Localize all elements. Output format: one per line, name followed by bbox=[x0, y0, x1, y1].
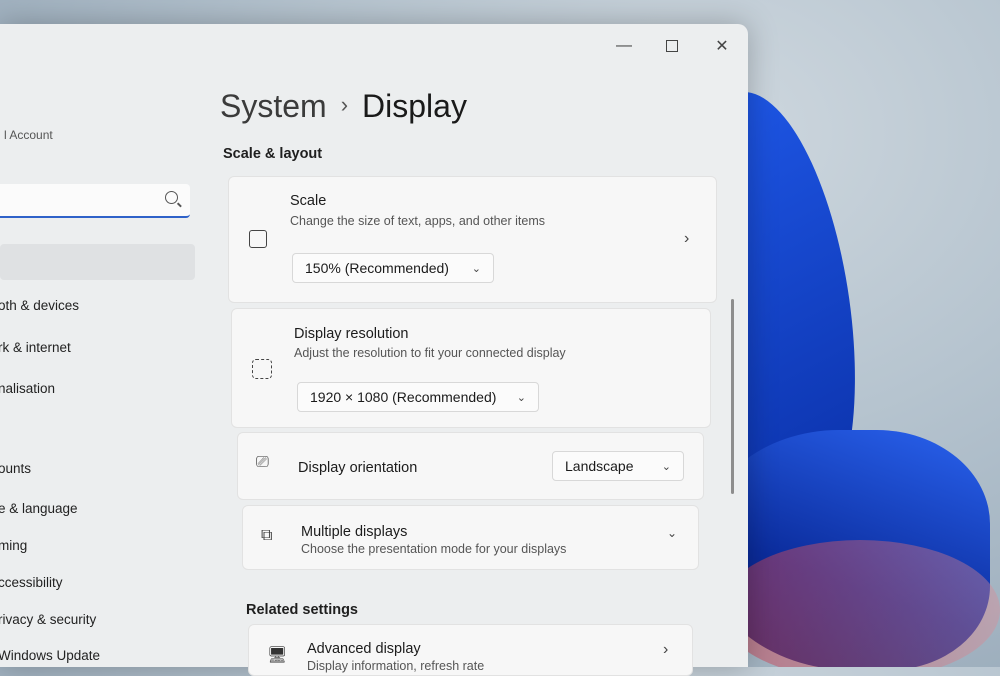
sidebar-item-accounts[interactable]: ounts bbox=[0, 461, 31, 476]
scale-dropdown-value: 150% (Recommended) bbox=[305, 260, 449, 276]
display-resolution-dropdown-value: 1920 × 1080 (Recommended) bbox=[310, 389, 497, 405]
sidebar-item-time-language[interactable]: e & language bbox=[0, 501, 78, 516]
sidebar-item-privacy-security[interactable]: rivacy & security bbox=[0, 612, 96, 627]
multiple-displays-subtitle: Choose the presentation mode for your di… bbox=[301, 542, 567, 556]
sidebar-item-accessibility[interactable]: ccessibility bbox=[0, 575, 63, 590]
display-orientation-card: ⎚ Display orientation Landscape ⌄ bbox=[237, 432, 704, 500]
display-resolution-title: Display resolution bbox=[294, 326, 409, 342]
sidebar-item-network-internet[interactable]: rk & internet bbox=[0, 340, 71, 355]
display-resolution-dropdown[interactable]: 1920 × 1080 (Recommended) ⌄ bbox=[297, 382, 539, 412]
display-orientation-dropdown-value: Landscape bbox=[565, 458, 634, 474]
breadcrumb-parent[interactable]: System bbox=[220, 88, 327, 124]
scale-title: Scale bbox=[290, 193, 327, 209]
display-orientation-dropdown[interactable]: Landscape ⌄ bbox=[552, 451, 684, 481]
monitor-icon: 🖥 bbox=[267, 647, 288, 664]
chevron-down-icon: ⌄ bbox=[516, 391, 526, 404]
orientation-icon: ⎚ bbox=[256, 454, 269, 471]
sidebar-item-gaming[interactable]: ming bbox=[0, 538, 27, 553]
sidebar-item-system-selected[interactable] bbox=[0, 244, 195, 280]
settings-window: — ✕ l Account oth & devices rk & interne… bbox=[0, 24, 748, 676]
advanced-display-subtitle: Display information, refresh rate bbox=[307, 659, 485, 673]
chevron-right-icon[interactable]: › bbox=[684, 230, 689, 248]
multiple-displays-icon: ⧉ bbox=[261, 527, 273, 544]
sidebar: l Account oth & devices rk & internet na… bbox=[0, 24, 200, 667]
sidebar-item-windows-update[interactable]: Windows Update bbox=[0, 648, 100, 663]
search-input[interactable] bbox=[0, 184, 190, 218]
multiple-displays-card[interactable]: ⧉ Multiple displays Choose the presentat… bbox=[242, 505, 699, 570]
scale-icon bbox=[249, 230, 267, 248]
display-resolution-subtitle: Adjust the resolution to fit your connec… bbox=[294, 346, 566, 360]
sidebar-item-personalisation[interactable]: nalisation bbox=[0, 381, 55, 396]
main-content: System › Display Scale & layout Scale Chan… bbox=[200, 24, 748, 676]
multiple-displays-title: Multiple displays bbox=[301, 524, 408, 540]
scale-dropdown[interactable]: 150% (Recommended) ⌄ bbox=[292, 253, 494, 283]
display-orientation-title: Display orientation bbox=[298, 460, 418, 476]
scale-card[interactable]: Scale Change the size of text, apps, and… bbox=[228, 176, 717, 303]
sidebar-item-bluetooth-devices[interactable]: oth & devices bbox=[0, 298, 79, 313]
scrollbar[interactable] bbox=[731, 299, 734, 494]
display-resolution-card: Display resolution Adjust the resolution… bbox=[231, 308, 711, 428]
chevron-down-icon: ⌄ bbox=[471, 262, 481, 275]
breadcrumb-separator: › bbox=[340, 92, 349, 117]
chevron-down-icon[interactable]: ⌄ bbox=[667, 526, 677, 540]
wallpaper-glow bbox=[720, 540, 1000, 667]
resolution-icon bbox=[252, 359, 272, 379]
scale-subtitle: Change the size of text, apps, and other… bbox=[290, 214, 546, 228]
chevron-right-icon: › bbox=[663, 641, 669, 658]
search-icon bbox=[165, 191, 178, 204]
chevron-down-icon: ⌄ bbox=[661, 460, 671, 473]
section-title-scale-layout: Scale & layout bbox=[223, 146, 323, 162]
advanced-display-title: Advanced display bbox=[307, 641, 421, 657]
account-label: l Account bbox=[4, 128, 53, 142]
section-title-related-settings: Related settings bbox=[246, 602, 358, 618]
advanced-display-card[interactable]: 🖥 Advanced display Display information, … bbox=[248, 624, 693, 676]
breadcrumb: System › Display bbox=[220, 88, 467, 125]
page-title: Display bbox=[362, 88, 467, 124]
